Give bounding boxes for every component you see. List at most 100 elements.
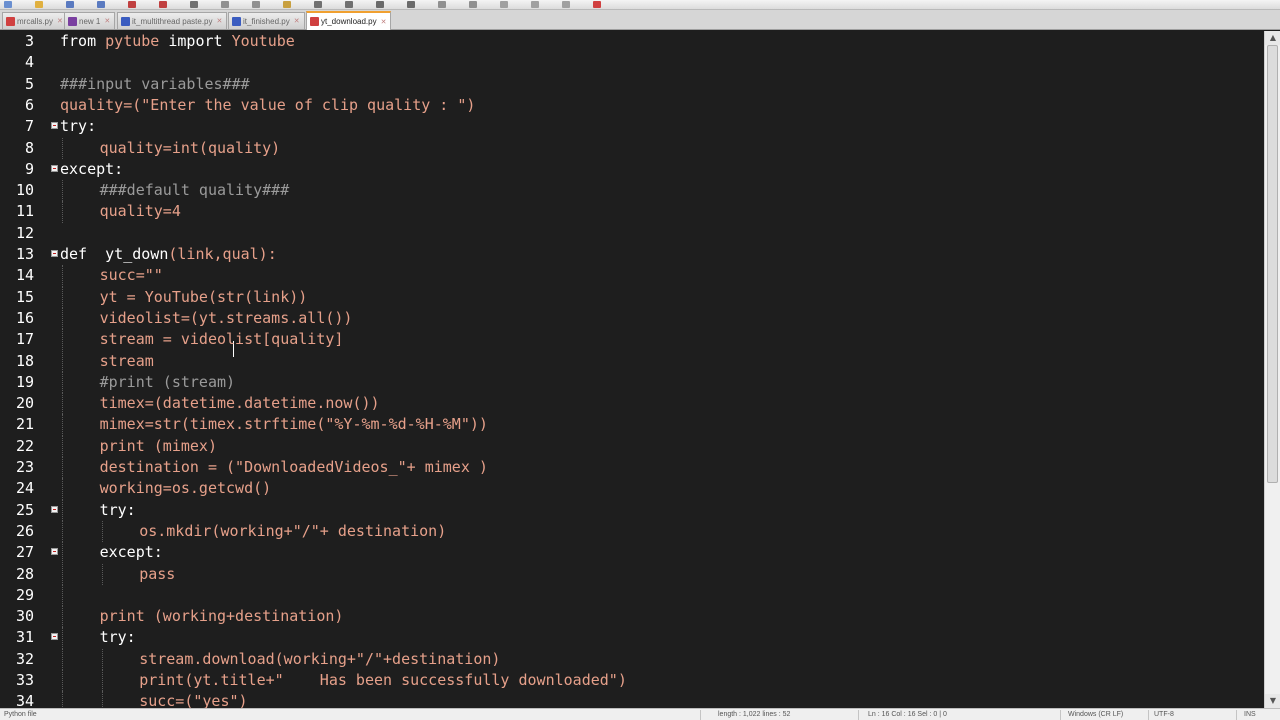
code-line[interactable]: 34 succ=("yes"): [0, 691, 1264, 708]
code-line[interactable]: 30 print (working+destination): [0, 606, 1264, 628]
code-text[interactable]: try:: [60, 116, 96, 137]
code-line[interactable]: 18 stream: [0, 350, 1264, 372]
code-text[interactable]: videolist=(yt.streams.all()): [100, 308, 353, 329]
code-text[interactable]: yt = YouTube(str(link)): [100, 287, 308, 308]
code-line[interactable]: 22 print (mimex): [0, 435, 1264, 457]
code-text[interactable]: print(yt.title+" Has been successfully d…: [139, 670, 627, 691]
tab-new-1[interactable]: new 1 ✕: [64, 12, 116, 29]
close-tab-icon[interactable]: ✕: [381, 18, 387, 26]
close-tab-icon[interactable]: ✕: [57, 17, 63, 25]
code-text[interactable]: except:: [100, 542, 163, 563]
code-line[interactable]: 26 os.mkdir(working+"/"+ destination): [0, 520, 1264, 543]
record-macro-icon[interactable]: [593, 1, 601, 8]
code-text[interactable]: except:: [60, 159, 123, 180]
code-line[interactable]: 15 yt = YouTube(str(link)): [0, 286, 1264, 308]
code-editor[interactable]: 3 from pytube import Youtube 4 5 ###input va…: [0, 31, 1264, 708]
close-tab-icon[interactable]: ✕: [294, 17, 300, 25]
code-text[interactable]: mimex=str(timex.strftime("%Y-%m-%d-%H-%M…: [100, 414, 488, 435]
copy-icon[interactable]: [252, 1, 260, 8]
print-icon[interactable]: [190, 1, 198, 8]
zoom-in-icon[interactable]: [438, 1, 446, 8]
code-line[interactable]: 19 #print (stream): [0, 371, 1264, 394]
code-line[interactable]: 4: [0, 52, 1264, 73]
fold-collapse-icon[interactable]: [51, 164, 58, 172]
code-text[interactable]: print (working+destination): [100, 606, 344, 627]
fold-collapse-icon[interactable]: [51, 548, 58, 556]
code-line[interactable]: 10 ###default quality###: [0, 180, 1264, 202]
scrollbar-thumb[interactable]: [1267, 45, 1278, 483]
code-text[interactable]: timex=(datetime.datetime.now()): [100, 393, 380, 414]
code-line[interactable]: 32 stream.download(working+"/"+destinatio…: [0, 648, 1264, 670]
code-line[interactable]: 28 pass: [0, 563, 1264, 585]
code-line[interactable]: 8 quality=int(quality): [0, 137, 1264, 159]
code-text[interactable]: try:: [100, 627, 136, 648]
code-text[interactable]: stream: [100, 351, 154, 372]
code-text[interactable]: ###default quality###: [100, 180, 290, 201]
scroll-up-icon[interactable]: ▲: [1265, 31, 1280, 45]
close-tab-icon[interactable]: ✕: [104, 17, 110, 25]
indent-guide-icon[interactable]: [562, 1, 570, 8]
code-line[interactable]: 27 except:: [0, 542, 1264, 564]
sync-icon[interactable]: [500, 1, 508, 8]
close-tab-icon[interactable]: ✕: [217, 17, 223, 25]
code-line[interactable]: 20 timex=(datetime.datetime.now()): [0, 393, 1264, 415]
tab-it-multithread-paste-py[interactable]: it_multithread paste.py ✕: [117, 12, 228, 29]
tab-mrcalls-py[interactable]: mrcalls.py ✕: [2, 12, 68, 29]
code-text[interactable]: quality=4: [100, 201, 181, 222]
code-line[interactable]: 33 print(yt.title+" Has been successfully…: [0, 670, 1264, 692]
code-line[interactable]: 3 from pytube import Youtube: [0, 31, 1264, 52]
code-line[interactable]: 23 destination = ("DownloadedVideos_"+ mi…: [0, 457, 1264, 479]
code-text[interactable]: ###input variables###: [60, 74, 250, 95]
code-text[interactable]: succ="": [100, 265, 163, 286]
close-all-icon[interactable]: [159, 1, 167, 8]
code-text[interactable]: try:: [100, 500, 136, 521]
find-icon[interactable]: [376, 1, 384, 8]
zoom-out-icon[interactable]: [469, 1, 477, 8]
fold-collapse-icon[interactable]: [51, 122, 58, 130]
code-line[interactable]: 25 try:: [0, 499, 1264, 521]
new-file-icon[interactable]: [4, 1, 12, 8]
code-text[interactable]: print (mimex): [100, 436, 217, 457]
tab-it-finished-py[interactable]: it_finished.py ✕: [228, 12, 305, 29]
vertical-scrollbar[interactable]: ▲ ▼: [1264, 31, 1280, 708]
code-text[interactable]: destination = ("DownloadedVideos_"+ mime…: [100, 457, 488, 478]
cut-icon[interactable]: [221, 1, 229, 8]
code-text[interactable]: succ=("yes"): [139, 691, 247, 708]
code-text[interactable]: from pytube import Youtube: [60, 31, 295, 52]
paste-icon[interactable]: [283, 1, 291, 8]
open-file-icon[interactable]: [35, 1, 43, 8]
code-line[interactable]: 29: [0, 584, 1264, 607]
code-text[interactable]: working=os.getcwd(): [100, 478, 272, 499]
scroll-down-icon[interactable]: ▼: [1265, 694, 1280, 708]
code-line[interactable]: 9 except:: [0, 159, 1264, 180]
wrap-icon[interactable]: [531, 1, 539, 8]
code-text[interactable]: #print (stream): [100, 372, 235, 393]
code-line[interactable]: 17 stream = videolist[quality]: [0, 329, 1264, 351]
undo-icon[interactable]: [314, 1, 322, 8]
save-all-icon[interactable]: [97, 1, 105, 8]
code-text[interactable]: stream = videolist[quality]: [100, 329, 344, 350]
tab-yt-download-py[interactable]: yt_download.py ✕: [306, 11, 392, 30]
close-icon[interactable]: [128, 1, 136, 8]
code-line[interactable]: 13 def yt_down(link,qual):: [0, 244, 1264, 265]
code-text[interactable]: os.mkdir(working+"/"+ destination): [139, 521, 446, 542]
code-text[interactable]: quality=int(quality): [100, 138, 281, 159]
code-line[interactable]: 7 try:: [0, 116, 1264, 137]
code-text[interactable]: pass: [139, 564, 175, 585]
fold-collapse-icon[interactable]: [51, 505, 58, 513]
code-line[interactable]: 31 try:: [0, 627, 1264, 649]
code-text[interactable]: stream.download(working+"/"+destination): [139, 649, 500, 670]
code-line[interactable]: 11 quality=4: [0, 201, 1264, 223]
code-line[interactable]: 24 working=os.getcwd(): [0, 478, 1264, 500]
code-line[interactable]: 21 mimex=str(timex.strftime("%Y-%m-%d-%H-…: [0, 414, 1264, 436]
code-line[interactable]: 5 ###input variables###: [0, 74, 1264, 95]
code-text[interactable]: def yt_down(link,qual):: [60, 244, 277, 265]
code-line[interactable]: 12: [0, 223, 1264, 244]
redo-icon[interactable]: [345, 1, 353, 8]
fold-collapse-icon[interactable]: [51, 250, 58, 257]
code-line[interactable]: 6 quality=("Enter the value of clip quali…: [0, 95, 1264, 116]
replace-icon[interactable]: [407, 1, 415, 8]
code-line[interactable]: 14 succ="": [0, 265, 1264, 287]
save-icon[interactable]: [66, 1, 74, 8]
fold-collapse-icon[interactable]: [51, 633, 58, 641]
